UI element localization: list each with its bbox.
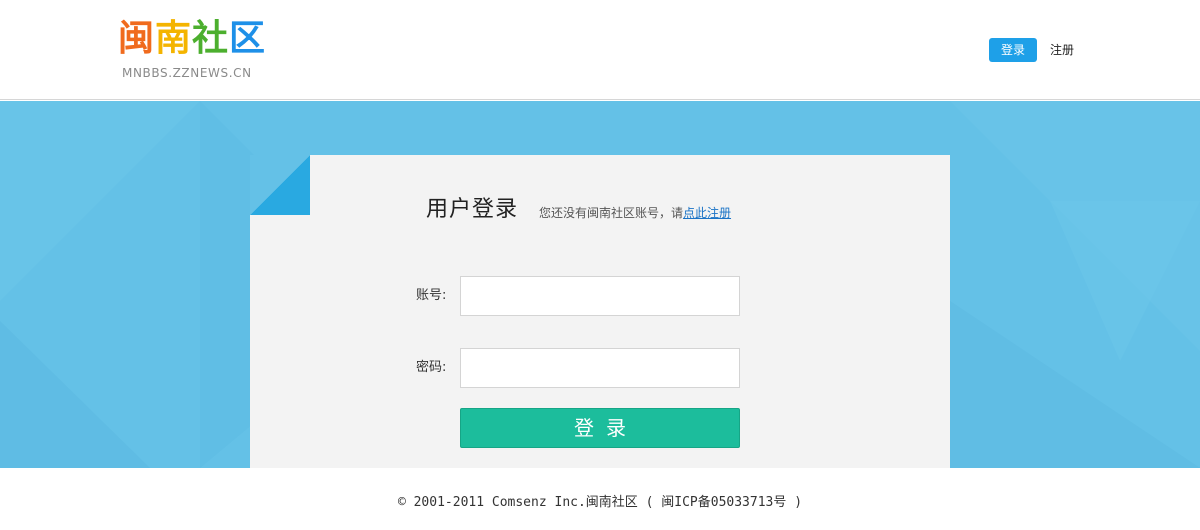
logo-char: 闽	[118, 18, 155, 59]
register-link[interactable]: 点此注册	[683, 206, 731, 220]
password-input[interactable]	[460, 348, 740, 388]
site-footer: © 2001-2011 Comsenz Inc.闽南社区 ( 闽ICP备0503…	[0, 468, 1200, 530]
login-submit-button[interactable]: 登录	[460, 408, 740, 448]
card-corner-fold	[250, 155, 310, 215]
register-prompt: 您还没有闽南社区账号，请点此注册	[539, 206, 731, 220]
site-header: 闽南社区 MNBBS.ZZNEWS.CN 登录 注册	[0, 0, 1200, 100]
logo-char: 区	[229, 18, 266, 59]
logo-subtitle: MNBBS.ZZNEWS.CN	[122, 66, 252, 80]
logo-char: 社	[192, 18, 229, 59]
account-input[interactable]	[460, 276, 740, 316]
account-label: 账号:	[416, 288, 447, 303]
logo-title: 闽南社区	[118, 16, 266, 62]
register-prompt-text: 您还没有闽南社区账号，请	[539, 206, 684, 220]
logo-char: 南	[155, 18, 192, 59]
header-register-link[interactable]: 注册	[1050, 38, 1074, 62]
login-title: 用户登录	[426, 197, 519, 222]
header-login-button[interactable]: 登录	[989, 38, 1037, 62]
site-logo[interactable]: 闽南社区 MNBBS.ZZNEWS.CN	[118, 16, 278, 86]
copyright-text: © 2001-2011 Comsenz Inc.闽南社区 ( 闽ICP备0503…	[397, 495, 803, 510]
password-label: 密码:	[416, 360, 447, 375]
